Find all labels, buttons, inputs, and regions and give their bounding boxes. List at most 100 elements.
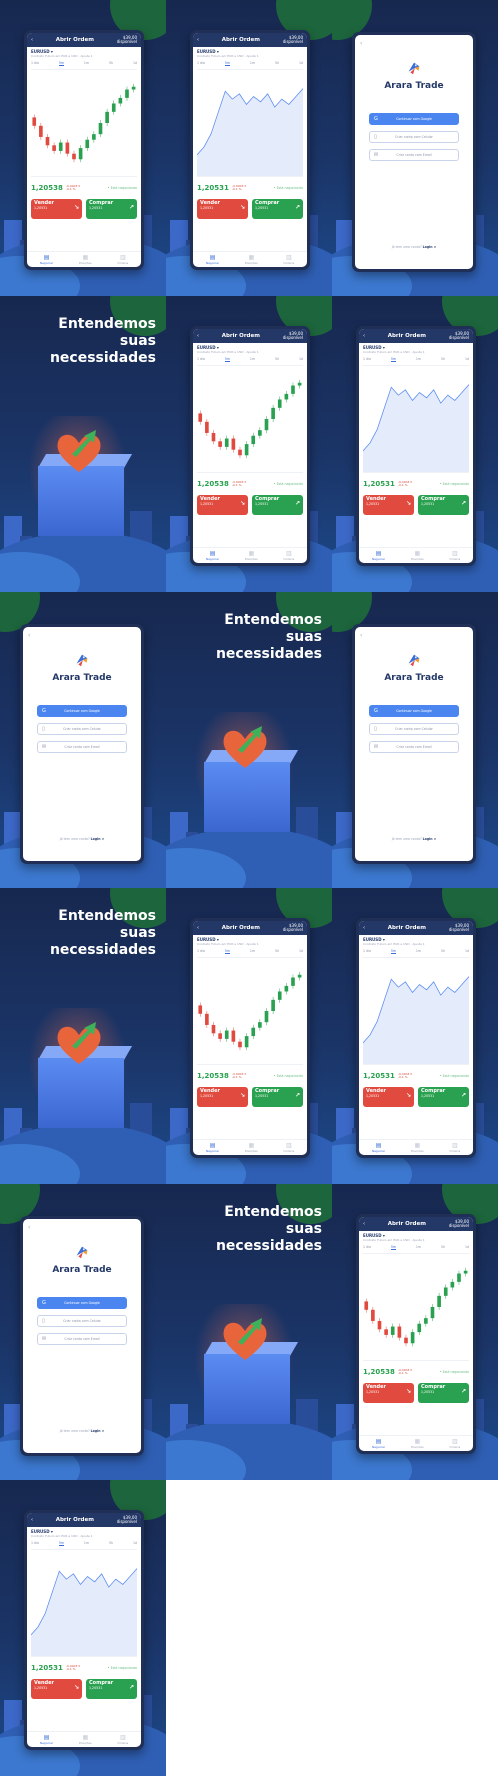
google-login-button[interactable]: G Continuar com Google	[369, 705, 459, 717]
bottom-tab[interactable]: ▦ Posições	[79, 254, 92, 265]
timeframe-tab[interactable]: 1d	[299, 949, 303, 954]
email-signup-button[interactable]: ✉ Criar conta com Email	[37, 1333, 127, 1345]
balance[interactable]: $39,00 disponível	[283, 36, 303, 44]
phone-signup-button[interactable]: ▯ Criar conta com Celular	[37, 723, 127, 735]
sell-button[interactable]: Vender 1,20531 ↘	[363, 495, 414, 515]
timeframe-tab[interactable]: 5h	[275, 61, 279, 66]
price-chart[interactable]	[363, 1253, 469, 1361]
bottom-tab[interactable]: ▥ Ordens	[449, 1438, 460, 1449]
timeframe-tab[interactable]: 5m	[390, 1245, 396, 1250]
bottom-tab[interactable]: ▥ Ordens	[117, 254, 128, 265]
timeframe-tab[interactable]: 1m	[250, 357, 255, 362]
asset-selector[interactable]: EURUSD ▾	[193, 47, 307, 54]
timeframe-tab[interactable]: 5h	[275, 949, 279, 954]
timeframe-tab[interactable]: 5h	[441, 1245, 445, 1250]
bottom-tab[interactable]: ▥ Ordens	[449, 1142, 460, 1153]
bottom-tab[interactable]: ▦ Posições	[245, 254, 258, 265]
price-chart[interactable]	[362, 365, 470, 473]
asset-selector[interactable]: EURUSD ▾	[27, 1527, 141, 1534]
asset-selector[interactable]: EURUSD ▾	[359, 343, 473, 350]
sell-button[interactable]: Vender 1,20531 ↘	[197, 199, 248, 219]
price-chart[interactable]	[196, 69, 304, 177]
timeframe-tab[interactable]: 1 dia	[197, 357, 205, 362]
phone-signup-button[interactable]: ▯ Criar conta com Celular	[37, 1315, 127, 1327]
balance[interactable]: $39,00 disponível	[117, 36, 137, 44]
timeframe-tab[interactable]: 5m	[224, 949, 230, 954]
balance[interactable]: $39,00 disponível	[283, 924, 303, 932]
timeframe-tab[interactable]: 5m	[390, 357, 396, 362]
back-icon[interactable]: ‹	[360, 632, 362, 639]
bottom-tab[interactable]: ▥ Ordens	[283, 254, 294, 265]
timeframe-tab[interactable]: 5h	[441, 357, 445, 362]
google-login-button[interactable]: G Continuar com Google	[37, 705, 127, 717]
timeframe-tab[interactable]: 1d	[133, 1541, 137, 1546]
buy-button[interactable]: Comprar 1,20531 ↗	[252, 199, 303, 219]
balance[interactable]: $39,00 disponível	[283, 332, 303, 340]
timeframe-tab[interactable]: 1d	[299, 61, 303, 66]
back-icon[interactable]: ‹	[363, 333, 365, 339]
bottom-tab[interactable]: ▦ Posições	[79, 1734, 92, 1745]
sell-button[interactable]: Vender 1,20531 ↘	[197, 495, 248, 515]
bottom-tab[interactable]: ▦ Posições	[411, 1438, 424, 1449]
timeframe-tab[interactable]: 5h	[275, 357, 279, 362]
timeframe-tab[interactable]: 1m	[416, 1245, 421, 1250]
login-link[interactable]: Login >	[423, 245, 437, 249]
email-signup-button[interactable]: ✉ Criar conta com Email	[369, 741, 459, 753]
timeframe-tab[interactable]: 1 dia	[363, 357, 371, 362]
timeframe-tab[interactable]: 1d	[465, 1245, 469, 1250]
bottom-tab[interactable]: ▦ Posições	[411, 1142, 424, 1153]
timeframe-tab[interactable]: 1 dia	[363, 949, 371, 954]
asset-selector[interactable]: EURUSD ▾	[193, 343, 307, 350]
back-icon[interactable]: ‹	[31, 37, 33, 43]
bottom-tab[interactable]: ▦ Posições	[411, 550, 424, 561]
timeframe-tab[interactable]: 1d	[465, 949, 469, 954]
balance[interactable]: $39,00 disponível	[449, 1220, 469, 1228]
timeframe-tab[interactable]: 1d	[133, 61, 137, 66]
buy-button[interactable]: Comprar 1,20531 ↗	[86, 199, 137, 219]
timeframe-tab[interactable]: 5m	[390, 949, 396, 954]
timeframe-tab[interactable]: 1 dia	[31, 61, 39, 66]
bottom-tab[interactable]: ▤ Negociar	[40, 254, 53, 265]
phone-signup-button[interactable]: ▯ Criar conta com Celular	[369, 723, 459, 735]
bottom-tab[interactable]: ▤ Negociar	[372, 1142, 385, 1153]
timeframe-tab[interactable]: 5m	[224, 357, 230, 362]
back-icon[interactable]: ‹	[28, 632, 30, 639]
timeframe-tab[interactable]: 5h	[441, 949, 445, 954]
back-icon[interactable]: ‹	[197, 925, 199, 931]
back-icon[interactable]: ‹	[197, 37, 199, 43]
bottom-tab[interactable]: ▤ Negociar	[206, 1142, 219, 1153]
timeframe-tab[interactable]: 5m	[58, 61, 64, 66]
email-signup-button[interactable]: ✉ Criar conta com Email	[369, 149, 459, 161]
bottom-tab[interactable]: ▥ Ordens	[283, 1142, 294, 1153]
timeframe-tab[interactable]: 1m	[250, 949, 255, 954]
timeframe-tab[interactable]: 1m	[416, 949, 421, 954]
buy-button[interactable]: Comprar 1,20531 ↗	[86, 1679, 137, 1699]
sell-button[interactable]: Vender 1,20531 ↘	[363, 1087, 414, 1107]
bottom-tab[interactable]: ▤ Negociar	[372, 550, 385, 561]
timeframe-tab[interactable]: 1 dia	[363, 1245, 371, 1250]
bottom-tab[interactable]: ▤ Negociar	[206, 254, 219, 265]
timeframe-tab[interactable]: 5m	[58, 1541, 64, 1546]
price-chart[interactable]	[362, 957, 470, 1065]
back-icon[interactable]: ‹	[363, 1221, 365, 1227]
google-login-button[interactable]: G Continuar com Google	[37, 1297, 127, 1309]
price-chart[interactable]	[31, 69, 137, 177]
timeframe-tab[interactable]: 1 dia	[31, 1541, 39, 1546]
price-chart[interactable]	[197, 365, 303, 473]
balance[interactable]: $39,00 disponível	[117, 1516, 137, 1524]
back-icon[interactable]: ‹	[197, 333, 199, 339]
back-icon[interactable]: ‹	[28, 1224, 30, 1231]
timeframe-tab[interactable]: 1 dia	[197, 61, 205, 66]
bottom-tab[interactable]: ▤ Negociar	[206, 550, 219, 561]
balance[interactable]: $39,00 disponível	[449, 924, 469, 932]
price-chart[interactable]	[30, 1549, 138, 1657]
bottom-tab[interactable]: ▤ Negociar	[40, 1734, 53, 1745]
bottom-tab[interactable]: ▥ Ordens	[283, 550, 294, 561]
sell-button[interactable]: Vender 1,20531 ↘	[363, 1383, 414, 1403]
back-icon[interactable]: ‹	[31, 1517, 33, 1523]
sell-button[interactable]: Vender 1,20531 ↘	[31, 1679, 82, 1699]
buy-button[interactable]: Comprar 1,20531 ↗	[252, 1087, 303, 1107]
google-login-button[interactable]: G Continuar com Google	[369, 113, 459, 125]
timeframe-tab[interactable]: 1 dia	[197, 949, 205, 954]
login-link[interactable]: Login >	[91, 1429, 105, 1433]
